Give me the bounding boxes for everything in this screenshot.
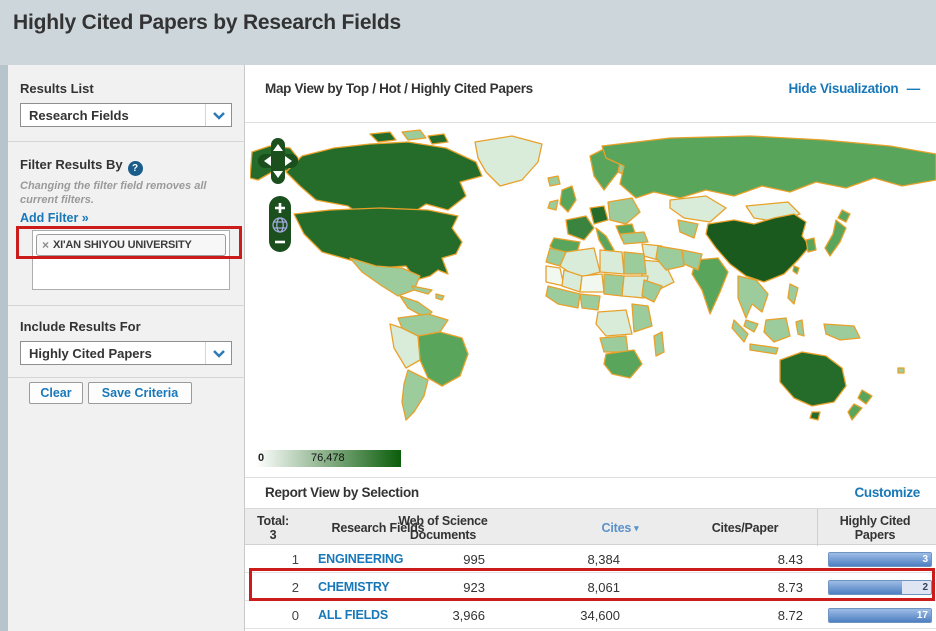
table-row-chemistry: 2 CHEMISTRY 923 8,061 8.73 2 xyxy=(245,573,936,601)
filter-results-label-text: Filter Results By xyxy=(20,157,123,172)
country-new-zealand xyxy=(857,389,873,405)
country-egypt xyxy=(623,251,647,275)
country-uk xyxy=(559,185,577,213)
save-criteria-button[interactable]: Save Criteria xyxy=(88,382,192,404)
clear-button[interactable]: Clear xyxy=(29,382,83,404)
highly-cited-papers-bar: 17 xyxy=(828,601,932,629)
row-rank: 1 xyxy=(291,551,299,567)
total-label: Total: xyxy=(257,513,289,528)
country-russia xyxy=(601,135,936,199)
filter-results-label: Filter Results By? xyxy=(20,157,143,176)
scale-min-label: 0 xyxy=(258,452,265,464)
active-filters-box: × XI'AN SHIYOU UNIVERSITY xyxy=(32,230,230,290)
total-count: 3 xyxy=(269,527,277,542)
customize-link[interactable]: Customize xyxy=(854,485,920,500)
cites-per-paper-value: 8.43 xyxy=(777,551,803,567)
country-south-africa xyxy=(603,349,643,379)
results-list-selected-value: Research Fields xyxy=(29,107,129,123)
include-results-select[interactable]: Highly Cited Papers xyxy=(20,341,232,365)
country-madagascar xyxy=(653,331,665,357)
highly-cited-count: 2 xyxy=(922,581,928,593)
include-results-selected-value: Highly Cited Papers xyxy=(29,345,152,361)
country-germany xyxy=(589,205,609,225)
table-row-engineering: 1 ENGINEERING 995 8,384 8.43 3 xyxy=(245,545,936,573)
highly-cited-count: 3 xyxy=(922,553,928,565)
highly-cited-count: 17 xyxy=(916,609,928,621)
left-edge-strip xyxy=(0,65,8,631)
map-view-title: Map View by Top / Hot / Highly Cited Pap… xyxy=(265,81,533,96)
country-italy xyxy=(595,227,615,254)
wos-documents-value: 3,966 xyxy=(452,607,485,623)
country-australia xyxy=(779,351,847,407)
cites-value: 8,061 xyxy=(587,579,620,595)
sidebar-divider xyxy=(8,305,245,306)
page-title: Highly Cited Papers by Research Fields xyxy=(13,11,402,34)
section-divider xyxy=(245,477,936,478)
filter-note: Changing the filter field removes all cu… xyxy=(20,180,207,206)
country-canada xyxy=(285,141,483,217)
add-filter-link[interactable]: Add Filter » xyxy=(20,211,89,225)
map-color-scale: 0 76,478 xyxy=(256,450,401,467)
main-panel: Map View by Top / Hot / Highly Cited Pap… xyxy=(245,65,936,631)
chevron-down-icon xyxy=(205,342,231,364)
column-header-total: Total: 3 xyxy=(245,509,301,546)
wos-documents-value: 923 xyxy=(463,579,485,595)
scale-max-label: 76,478 xyxy=(311,452,345,464)
country-greenland xyxy=(474,135,543,187)
sidebar-divider xyxy=(8,377,245,378)
page-header: Highly Cited Papers by Research Fields xyxy=(0,0,936,65)
remove-filter-icon[interactable]: × xyxy=(42,238,49,252)
sort-descending-icon: ▾ xyxy=(634,522,639,533)
hide-visualization-text: Hide Visualization xyxy=(788,81,899,96)
country-argentina xyxy=(401,369,429,421)
country-indonesia xyxy=(763,317,791,343)
world-choropleth-map[interactable] xyxy=(249,128,936,450)
country-japan xyxy=(824,219,847,257)
report-table-header: Total: 3 Research Fields Web of Science … xyxy=(245,508,936,546)
cites-value: 34,600 xyxy=(580,607,620,623)
country-turkey xyxy=(619,231,649,245)
hide-visualization-link[interactable]: Hide Visualization — xyxy=(788,81,920,96)
report-view-title: Report View by Selection xyxy=(265,485,419,500)
filter-sidebar: Results List Research Fields Filter Resu… xyxy=(8,65,245,631)
column-header-cites-sorted[interactable]: Cites ▾ xyxy=(560,509,680,546)
highly-cited-papers-bar: 3 xyxy=(828,545,932,573)
esi-highly-cited-page: Highly Cited Papers by Research Fields R… xyxy=(0,0,936,631)
country-nigeria xyxy=(579,293,601,311)
section-divider xyxy=(245,122,936,123)
cites-per-paper-value: 8.73 xyxy=(777,579,803,595)
include-results-label: Include Results For xyxy=(20,319,141,334)
column-header-highly-cited-papers[interactable]: Highly Cited Papers xyxy=(817,509,932,546)
filter-chip-label: XI'AN SHIYOU UNIVERSITY xyxy=(53,239,192,251)
results-list-label: Results List xyxy=(20,81,94,96)
map-zoom-control[interactable] xyxy=(269,196,291,252)
wos-documents-value: 995 xyxy=(463,551,485,567)
row-rank: 2 xyxy=(291,579,299,595)
chevron-down-icon xyxy=(205,104,231,126)
table-row-all-fields: 0 ALL FIELDS 3,966 34,600 8.72 17 xyxy=(245,601,936,629)
country-france xyxy=(565,215,595,241)
cites-per-paper-value: 8.72 xyxy=(777,607,803,623)
column-header-wos-documents[interactable]: Web of Science Documents xyxy=(381,509,505,546)
column-header-cites-per-paper[interactable]: Cites/Paper xyxy=(675,509,815,546)
country-south-korea xyxy=(805,237,817,253)
country-brazil xyxy=(417,331,469,387)
filter-chip[interactable]: × XI'AN SHIYOU UNIVERSITY xyxy=(36,234,226,256)
help-icon[interactable]: ? xyxy=(127,161,143,176)
collapse-dash-icon: — xyxy=(906,81,921,96)
cites-value: 8,384 xyxy=(587,551,620,567)
row-rank: 0 xyxy=(291,607,299,623)
results-list-select[interactable]: Research Fields xyxy=(20,103,232,127)
map-pan-control[interactable] xyxy=(258,138,298,184)
highly-cited-papers-bar: 2 xyxy=(828,573,932,601)
sidebar-divider xyxy=(8,141,245,142)
country-kazakhstan xyxy=(669,195,727,223)
